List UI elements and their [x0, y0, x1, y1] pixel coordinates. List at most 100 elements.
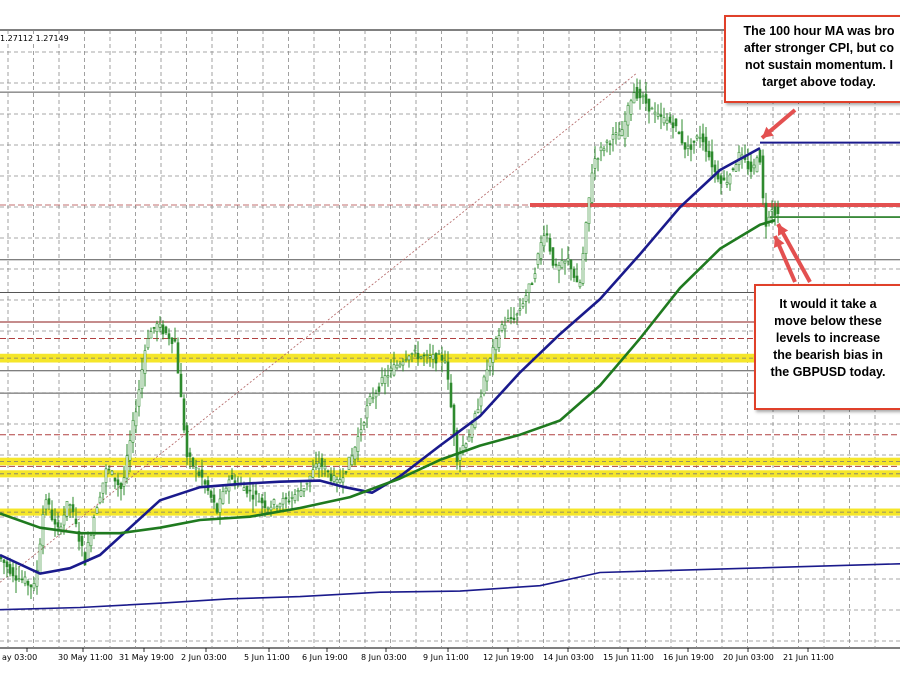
candle-body [134, 411, 138, 427]
candle-body [107, 468, 111, 471]
candle-body [200, 469, 204, 478]
candle-body [401, 361, 405, 366]
x-tick-label: 20 Jun 03:00 [723, 653, 774, 662]
candle-body [488, 358, 492, 367]
candle-body [734, 164, 738, 172]
candle-body [638, 88, 642, 99]
annotation-line: the bearish bias in [773, 348, 883, 362]
candle-body [521, 303, 525, 307]
x-tick-label: 21 Jun 11:00 [783, 653, 834, 662]
candle-body [326, 470, 330, 473]
candle-body [620, 129, 624, 136]
candle-body [491, 347, 495, 363]
candle-body [62, 514, 66, 526]
annotation-line: the GBPUSD today. [770, 365, 886, 379]
candle-body [218, 498, 222, 513]
candle-body [719, 175, 723, 184]
candle-body [647, 98, 651, 112]
candle-body [551, 247, 555, 266]
candle-body [656, 113, 660, 117]
candle-body [383, 375, 387, 384]
candle-body [65, 501, 69, 517]
candle-body [197, 471, 201, 476]
candle-body [191, 457, 195, 467]
candle-body [314, 463, 318, 468]
candle-body [245, 486, 249, 494]
candle-body [185, 425, 189, 457]
candle-body [707, 150, 711, 158]
candle-body [596, 158, 600, 160]
candle-body [770, 209, 774, 212]
x-tick-label: 5 Jun 11:00 [244, 653, 290, 662]
candle-body [149, 331, 153, 339]
candle-body [425, 354, 429, 356]
candle-body [671, 122, 675, 129]
candle-body [659, 114, 663, 117]
candle-body [176, 342, 180, 374]
x-tick-label: 14 Jun 03:00 [543, 653, 594, 662]
x-axis: ay 03:00 30 May 11:00 31 May 19:00 2 Jun 03… [2, 648, 834, 662]
candle-body [53, 519, 57, 525]
candle-body [500, 324, 504, 331]
ohlc-readout: 1.27112 1.27149 [0, 34, 71, 43]
candle-body [284, 497, 288, 500]
candle-body [464, 443, 468, 448]
candle-body [251, 494, 255, 500]
candle-body [212, 494, 216, 503]
candle-body [668, 116, 672, 123]
candle-body [5, 561, 9, 568]
candle-body [536, 253, 540, 265]
horizontal-levels [0, 91, 900, 467]
candle-body [497, 335, 501, 348]
candle-body [353, 446, 357, 460]
candle-body [161, 324, 165, 335]
candle-body [371, 397, 375, 400]
candle-body [641, 95, 645, 98]
candle-body [74, 518, 78, 525]
candle-body [362, 422, 366, 426]
lower-ma-line [0, 563, 900, 611]
candle-body [95, 507, 99, 514]
candle-body [329, 473, 333, 481]
candle-body [260, 497, 264, 504]
candle-body [155, 323, 159, 333]
annotation-line: not sustain momentum. I [745, 58, 893, 72]
candle-body [20, 578, 24, 581]
candle-body [569, 259, 573, 270]
candle-body [752, 164, 756, 169]
candle-body [452, 404, 456, 436]
candle-body [692, 140, 696, 143]
candle-body [422, 354, 426, 357]
candle-body [416, 352, 420, 360]
candle-body [263, 500, 267, 508]
candle-body [713, 164, 717, 173]
candle-body [614, 132, 618, 135]
candle-body [449, 382, 453, 408]
candle-body [428, 355, 432, 358]
candle-body [167, 333, 171, 340]
candle-body [419, 356, 423, 359]
candle-body [572, 268, 576, 278]
candle-body [140, 369, 144, 390]
candle-body [728, 174, 732, 185]
candle-body [560, 260, 564, 269]
candle-body [8, 564, 12, 574]
candle-body [311, 469, 315, 478]
x-tick-label: 2 Jun 03:00 [181, 653, 227, 662]
x-tick-label: 6 Jun 19:00 [302, 653, 348, 662]
candle-body [632, 92, 636, 104]
candle-body [368, 396, 372, 405]
x-tick-label: 12 Jun 19:00 [483, 653, 534, 662]
candle-body [104, 468, 108, 483]
candle-body [776, 206, 780, 214]
candle-body [17, 578, 21, 580]
annotation-line: The 100 hour MA was bro [743, 24, 895, 38]
candle-body [398, 363, 402, 367]
candle-body [725, 182, 729, 185]
candle-body [278, 503, 282, 508]
candle-body [203, 480, 207, 485]
candle-body [512, 317, 516, 320]
candle-body [224, 487, 228, 492]
candle-body [617, 134, 621, 140]
candle-body [395, 364, 399, 369]
